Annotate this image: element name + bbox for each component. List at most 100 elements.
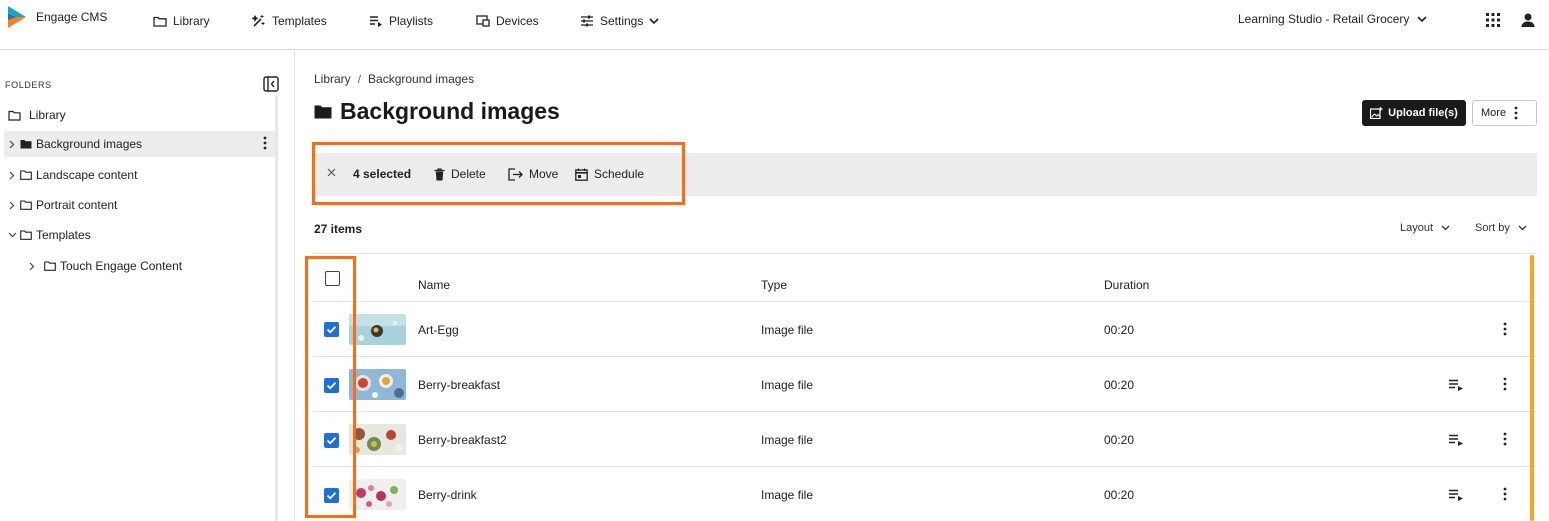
- clear-selection-button[interactable]: [327, 168, 336, 177]
- kebab-menu-icon[interactable]: [1503, 377, 1507, 391]
- more-button[interactable]: More: [1472, 100, 1537, 126]
- sidebar-item-portrait-content[interactable]: Portrait content: [4, 192, 275, 218]
- row-name: Berry-breakfast2: [418, 433, 507, 447]
- folder-icon: [153, 16, 167, 27]
- sidebar-item-touch-engage-content[interactable]: Touch Engage Content: [4, 253, 275, 279]
- breadcrumb-separator: /: [357, 72, 362, 86]
- selection-toolbar: 4 selected Delete Move Schedule: [313, 153, 1537, 196]
- kebab-menu-icon[interactable]: [1503, 322, 1507, 336]
- move-button[interactable]: Move: [508, 167, 558, 181]
- schedule-label: Schedule: [594, 167, 645, 181]
- nav-playlists[interactable]: Playlists: [369, 12, 433, 30]
- row-checkbox[interactable]: [324, 378, 339, 393]
- select-all-checkbox[interactable]: [325, 271, 340, 286]
- table-row[interactable]: Art-Egg Image file 00:20: [313, 302, 1537, 357]
- chevron-right-icon[interactable]: [4, 171, 20, 180]
- playlist-icon: [370, 16, 382, 27]
- breadcrumb: Library / Background images: [314, 72, 474, 86]
- thumbnail-image: [349, 314, 406, 345]
- sort-label: Sort by: [1475, 222, 1510, 234]
- row-checkbox[interactable]: [324, 433, 339, 448]
- row-checkbox[interactable]: [324, 488, 339, 503]
- sidebar-item-library[interactable]: Library: [4, 102, 275, 128]
- add-image-icon: [1370, 107, 1383, 119]
- nav-playlists-label: Playlists: [389, 14, 434, 28]
- media-table: Name Type Duration Art-Egg Image file 00…: [313, 253, 1537, 521]
- org-label: Learning Studio - Retail Grocery: [1238, 12, 1410, 26]
- sidebar-item-landscape-content[interactable]: Landscape content: [4, 162, 275, 188]
- sidebar-item-label: Background images: [36, 137, 143, 151]
- nav-settings-label: Settings: [600, 14, 644, 28]
- chevron-right-icon[interactable]: [4, 140, 20, 149]
- devices-icon: [476, 15, 490, 27]
- page-title-text: Background images: [340, 98, 560, 124]
- chevron-down-icon: [1417, 15, 1427, 22]
- layout-dropdown[interactable]: Layout: [1400, 222, 1450, 234]
- folder-icon: [44, 261, 56, 271]
- nav-devices[interactable]: Devices: [476, 12, 539, 30]
- playlist-icon[interactable]: [1448, 434, 1464, 446]
- chevron-down-icon[interactable]: [4, 232, 20, 238]
- nav-library[interactable]: Library: [153, 12, 210, 30]
- more-label: More: [1481, 107, 1507, 119]
- column-header-type[interactable]: Type: [761, 278, 787, 292]
- sidebar-item-templates[interactable]: Templates: [4, 222, 275, 248]
- kebab-menu-icon[interactable]: [263, 136, 267, 150]
- folder-icon: [8, 110, 21, 121]
- upload-files-button[interactable]: Upload file(s): [1362, 100, 1466, 126]
- move-label: Move: [529, 167, 559, 181]
- breadcrumb-root[interactable]: Library: [314, 72, 351, 86]
- delete-button[interactable]: Delete: [434, 167, 486, 181]
- column-header-name[interactable]: Name: [418, 278, 450, 292]
- folder-icon: [20, 230, 32, 240]
- top-bar: Engage CMS Library Templates Playlists D…: [0, 0, 1549, 50]
- layout-label: Layout: [1400, 222, 1434, 234]
- nav-library-label: Library: [173, 14, 210, 28]
- checkmark-icon: [326, 492, 337, 500]
- nav-settings[interactable]: Settings: [580, 12, 659, 30]
- app-name: Engage CMS: [36, 10, 108, 24]
- apps-grid-icon[interactable]: [1486, 13, 1500, 27]
- chevron-right-icon[interactable]: [24, 262, 40, 271]
- row-duration: 00:20: [1104, 433, 1135, 447]
- user-icon[interactable]: [1520, 12, 1536, 28]
- table-scrollbar[interactable]: [1530, 255, 1534, 521]
- table-row[interactable]: Berry-drink Image file 00:20: [313, 467, 1537, 521]
- table-row[interactable]: Berry-breakfast2 Image file 00:20: [313, 412, 1537, 467]
- table-row[interactable]: Berry-breakfast Image file 00:20: [313, 357, 1537, 412]
- sliders-icon: [581, 15, 593, 27]
- row-type: Image file: [761, 323, 814, 337]
- brand[interactable]: Engage CMS: [6, 6, 107, 28]
- sidebar-scrollbar[interactable]: [275, 95, 278, 521]
- row-name: Berry-drink: [418, 488, 477, 502]
- nav-templates[interactable]: Templates: [252, 12, 327, 30]
- kebab-menu-icon[interactable]: [1503, 432, 1507, 446]
- schedule-button[interactable]: Schedule: [575, 167, 644, 181]
- chevron-down-icon: [1518, 225, 1527, 231]
- row-name: Art-Egg: [418, 323, 459, 337]
- chevron-right-icon[interactable]: [4, 201, 20, 210]
- sidebar-item-label: Landscape content: [36, 168, 138, 182]
- sort-dropdown[interactable]: Sort by: [1475, 222, 1527, 234]
- folder-icon: [20, 200, 32, 210]
- selected-count: 4 selected: [353, 167, 411, 181]
- page-title: Background images: [314, 98, 560, 125]
- row-checkbox[interactable]: [324, 322, 339, 337]
- calendar-icon: [575, 168, 588, 181]
- kebab-menu-icon[interactable]: [1503, 487, 1507, 501]
- row-type: Image file: [761, 378, 814, 392]
- engage-logo-icon: [8, 6, 26, 28]
- playlist-icon[interactable]: [1448, 489, 1464, 501]
- row-duration: 00:20: [1104, 488, 1135, 502]
- collapse-sidebar-icon[interactable]: [263, 76, 279, 92]
- chevron-down-icon: [1441, 225, 1450, 231]
- folder-icon: [20, 170, 32, 180]
- move-icon: [508, 167, 523, 181]
- sidebar-item-label: Portrait content: [36, 198, 118, 212]
- checkmark-icon: [326, 326, 337, 334]
- org-selector[interactable]: Learning Studio - Retail Grocery: [1238, 12, 1427, 26]
- magic-wand-icon: [252, 14, 265, 27]
- column-header-duration[interactable]: Duration: [1104, 278, 1149, 292]
- sidebar-item-background-images[interactable]: Background images: [4, 131, 275, 157]
- playlist-icon[interactable]: [1448, 379, 1464, 391]
